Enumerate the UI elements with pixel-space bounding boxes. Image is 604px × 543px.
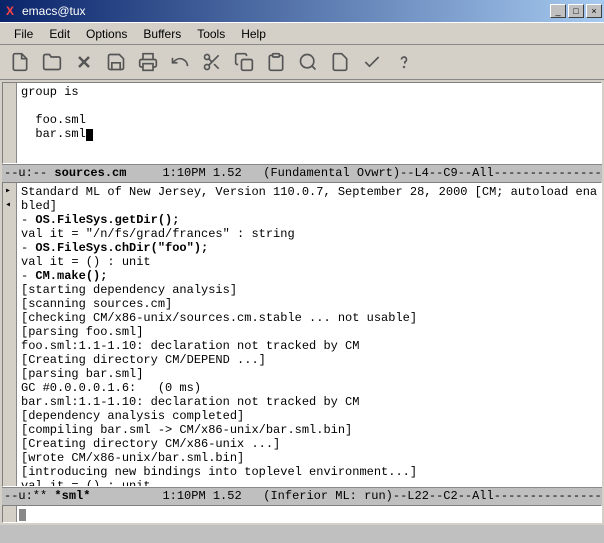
copy-icon[interactable] xyxy=(232,50,256,74)
buffer-sml-repl[interactable]: Standard ML of New Jersey, Version 110.0… xyxy=(17,183,601,486)
open-folder-icon[interactable] xyxy=(40,50,64,74)
menu-edit[interactable]: Edit xyxy=(41,25,78,43)
minimize-button[interactable]: _ xyxy=(550,4,566,18)
maximize-button[interactable]: □ xyxy=(568,4,584,18)
buffer-sources-cm[interactable]: group is foo.sml bar.sml xyxy=(17,83,601,163)
undo-icon[interactable] xyxy=(168,50,192,74)
modeline-top: --u:-- sources.cm 1:10PM 1.52 (Fundament… xyxy=(2,164,602,182)
gutter-top xyxy=(3,83,17,163)
close-file-icon[interactable] xyxy=(72,50,96,74)
editor-pane-bottom[interactable]: ▸ ◂ Standard ML of New Jersey, Version 1… xyxy=(2,182,602,487)
menu-help[interactable]: Help xyxy=(233,25,274,43)
search-icon[interactable] xyxy=(296,50,320,74)
window-title: emacs@tux xyxy=(22,4,550,18)
modeline-bottom: --u:** *sml* 1:10PM 1.52 (Inferior ML: r… xyxy=(2,487,602,505)
new-file-icon[interactable] xyxy=(8,50,32,74)
menu-file[interactable]: File xyxy=(6,25,41,43)
menu-tools[interactable]: Tools xyxy=(189,25,233,43)
replace-icon[interactable] xyxy=(328,50,352,74)
text-cursor xyxy=(86,129,93,141)
spellcheck-icon[interactable] xyxy=(360,50,384,74)
app-icon: X xyxy=(2,3,18,19)
paste-icon[interactable] xyxy=(264,50,288,74)
menubar: File Edit Options Buffers Tools Help xyxy=(0,22,604,44)
cut-icon[interactable] xyxy=(200,50,224,74)
toolbar xyxy=(0,44,604,80)
close-button[interactable]: × xyxy=(586,4,602,18)
window-titlebar: X emacs@tux _ □ × xyxy=(0,0,604,22)
help-icon[interactable] xyxy=(392,50,416,74)
minibuffer[interactable] xyxy=(2,505,602,523)
editor-pane-top[interactable]: group is foo.sml bar.sml xyxy=(2,82,602,164)
menu-buffers[interactable]: Buffers xyxy=(135,25,189,43)
save-icon[interactable] xyxy=(104,50,128,74)
continuation-arrow-icon: ◂ xyxy=(5,199,11,211)
menu-options[interactable]: Options xyxy=(78,25,135,43)
print-icon[interactable] xyxy=(136,50,160,74)
continuation-arrow-icon: ▸ xyxy=(5,185,11,197)
gutter-bottom: ▸ ◂ xyxy=(3,183,17,486)
minibuffer-cursor xyxy=(19,509,26,521)
